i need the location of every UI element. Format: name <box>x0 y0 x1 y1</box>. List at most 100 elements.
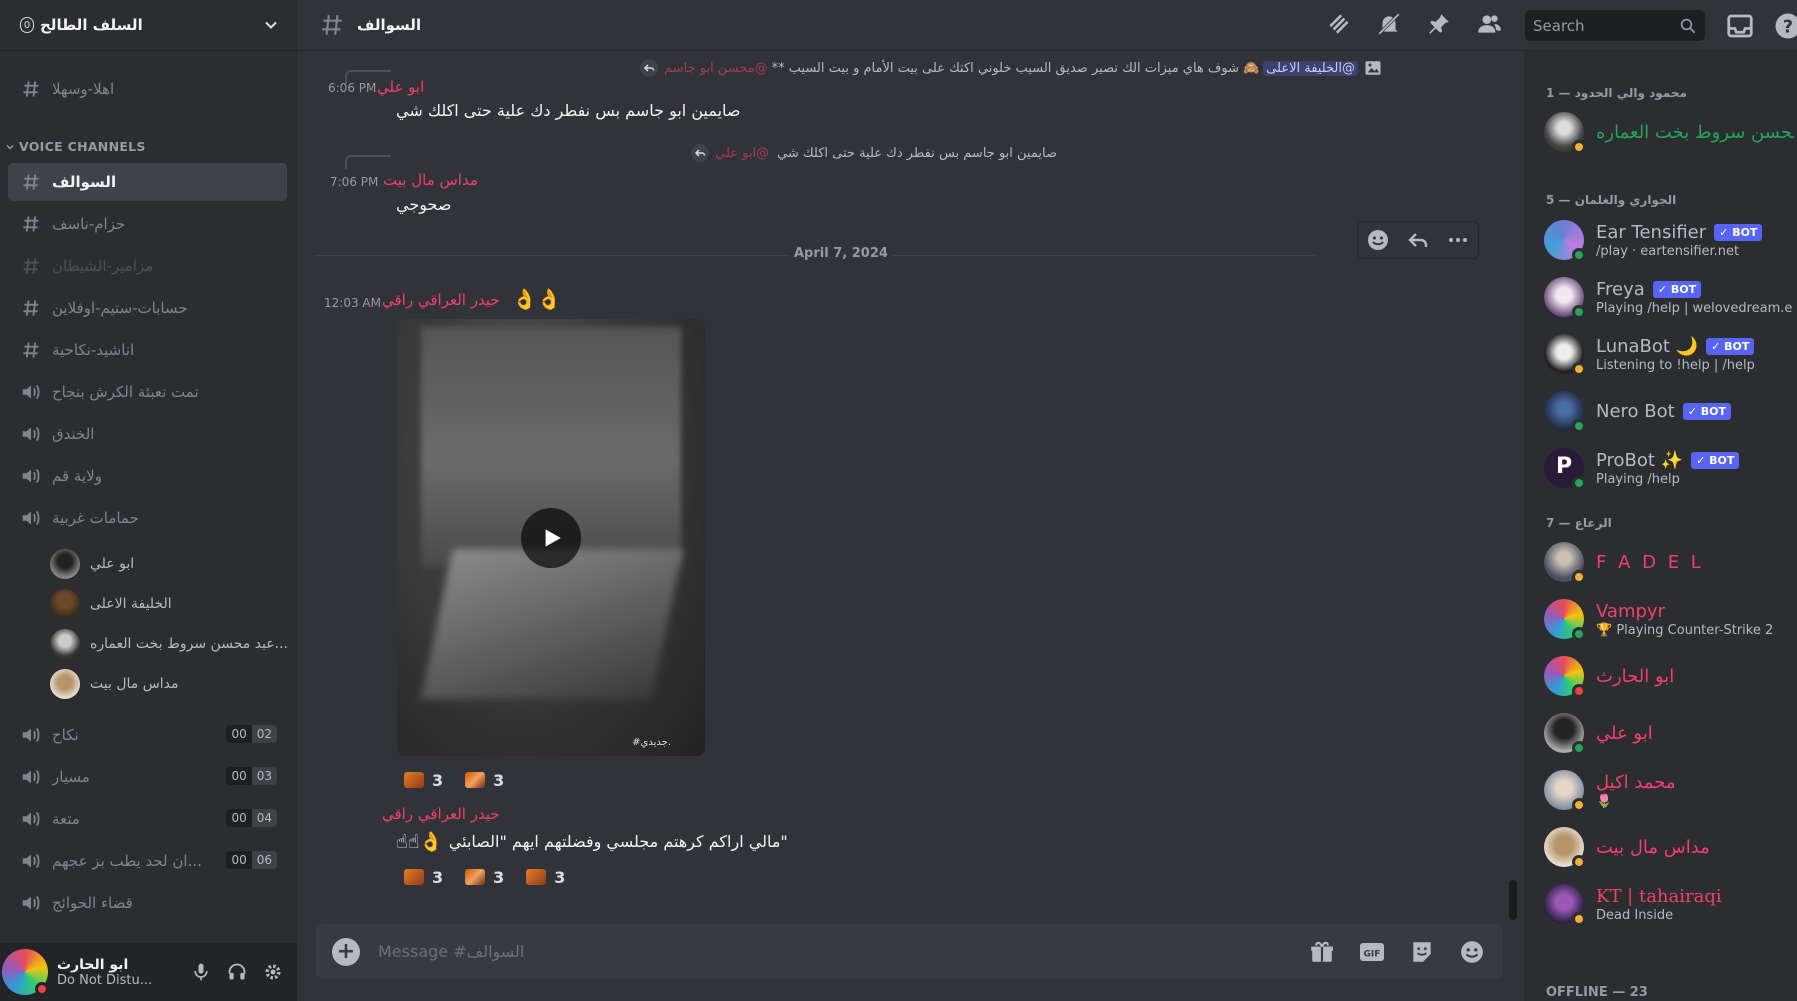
message-author[interactable]: حيدر العراقي راقي <box>382 291 500 309</box>
channel-hizam[interactable]: حزام-ناسف <box>8 205 287 243</box>
hash-icon <box>322 15 342 35</box>
user-limit-badge: 00 02 <box>226 725 277 743</box>
reaction-chip[interactable]: 3 <box>519 864 572 890</box>
message-text: صحوجي <box>396 195 452 214</box>
voice-user-name: ابو علي <box>90 556 135 572</box>
voice-user[interactable]: ابو علي <box>50 547 134 581</box>
chevron-down-icon <box>265 21 277 29</box>
user-limit-badge: 00 04 <box>226 809 277 827</box>
message-list: @الخليفة الاعلى 🙈 شوف هاي ميزات الك تصير… <box>297 51 1512 921</box>
member-item[interactable]: F A D E L <box>1544 537 1794 587</box>
reply-preview[interactable]: صايمين ابو جاسم بس نفطر دك علية حتى اكلك… <box>691 144 1057 162</box>
add-reaction-icon[interactable] <box>1365 227 1391 253</box>
notification-bell-muted-icon[interactable] <box>1373 8 1405 40</box>
more-options-icon[interactable] <box>1445 227 1471 253</box>
member-item[interactable]: KT | tahairaqi Dead Inside <box>1544 879 1794 929</box>
reply-icon[interactable] <box>1405 227 1431 253</box>
status-online-icon <box>1572 419 1586 433</box>
voice-user[interactable]: الخليفة الاعلى <box>50 587 172 621</box>
voice-channel-khandaq[interactable]: الخندق <box>8 415 287 453</box>
voice-channel-karsh[interactable]: تمت تعبئة الكرش بنجاح <box>8 373 287 411</box>
reply-arrow-icon <box>691 144 710 162</box>
avatar <box>1544 656 1586 698</box>
status-idle-icon <box>1572 912 1586 926</box>
gif-icon[interactable]: GIF <box>1357 937 1387 967</box>
voice-channel-ajam[interactable]: ان لحد يطب بز عجهم... 00 06 <box>8 842 287 880</box>
voice-channel-hamamat[interactable]: حمامات غربية <box>8 499 287 537</box>
headphones-icon[interactable] <box>221 956 253 988</box>
user-avatar[interactable] <box>2 949 49 996</box>
speaker-icon <box>18 766 44 788</box>
member-item[interactable]: Freya ✓ BOT Playing /help | welovedream.e <box>1544 272 1794 322</box>
member-item[interactable]: محسن سروط بخت العماره... <box>1544 107 1794 157</box>
avatar <box>1544 334 1586 376</box>
help-icon[interactable]: ? <box>1773 11 1797 41</box>
reaction-chip[interactable]: 3 <box>397 767 450 793</box>
avatar <box>50 629 80 659</box>
member-category: الرعاع — 7 <box>1546 516 1612 530</box>
reaction-chip[interactable]: 3 <box>458 864 511 890</box>
date-divider-label: April 7, 2024 <box>790 246 892 261</box>
server-header[interactable]: 0 السلف الطالح <box>0 0 297 51</box>
voice-channel-qom[interactable]: ولاية قم <box>8 457 287 495</box>
member-item[interactable]: ابو الحارث <box>1544 651 1794 701</box>
channel-label: اهلا-وسهلا <box>52 80 115 98</box>
member-item[interactable]: محمد اكيل 🌷 <box>1544 765 1794 815</box>
channel-sidebar: 0 السلف الطالح اهلا-وسهلا VOICE CHANNELS… <box>0 0 297 1001</box>
status-online-icon <box>1572 476 1586 490</box>
member-item[interactable]: ابو علي <box>1544 708 1794 758</box>
avatar <box>1544 770 1586 812</box>
reaction-chip[interactable]: 3 <box>397 864 450 890</box>
member-item[interactable]: Ear Tensifier ✓ BOT/play · eartensifier.n… <box>1544 215 1794 265</box>
avatar: P <box>1544 448 1586 490</box>
member-item[interactable]: P ProBot ✨ ✓ BOT Playing /help <box>1544 443 1794 493</box>
sticker-icon[interactable] <box>1407 937 1437 967</box>
channel-welcome[interactable]: اهلا-وسهلا <box>8 70 287 108</box>
channel-label: حمامات غربية <box>52 509 139 527</box>
voice-user[interactable]: مداس مال بيت <box>50 667 179 701</box>
member-item[interactable]: Vampyr 🏆 Playing Counter-Strike 2 <box>1544 594 1794 644</box>
channel-steam[interactable]: حسابات-ستيم-اوفلاين <box>8 289 287 327</box>
member-item[interactable]: مداس مال بيت <box>1544 822 1794 872</box>
microphone-icon[interactable] <box>185 956 217 988</box>
reply-author[interactable]: @محسن ابو جاسم <box>664 61 768 76</box>
voice-channel-mutah[interactable]: متعة 00 04 <box>8 800 287 838</box>
channel-label: ولاية قم <box>52 467 102 485</box>
emoji-picker-icon[interactable] <box>1457 937 1487 967</box>
member-item[interactable]: Nero Bot ✓ BOT <box>1544 386 1794 436</box>
voice-channel-misyar[interactable]: مسيار 00 03 <box>8 758 287 796</box>
category-voice-channels[interactable]: VOICE CHANNELS <box>4 139 146 154</box>
voice-channel-hawaij[interactable]: قضاء الحوائج <box>8 884 287 922</box>
channel-mazameer[interactable]: مزامير-الشيطان <box>8 247 287 285</box>
channel-label: حسابات-ستيم-اوفلاين <box>52 299 188 317</box>
search-input[interactable]: Search <box>1525 10 1705 41</box>
reaction-chip[interactable]: 3 <box>458 767 511 793</box>
reply-author[interactable]: @ابو علي <box>715 146 769 161</box>
pin-icon[interactable] <box>1423 8 1455 40</box>
message-author[interactable]: مداس مال بيت <box>383 171 478 189</box>
speaker-icon <box>18 423 44 445</box>
status-idle-icon <box>1572 798 1586 812</box>
gift-icon[interactable] <box>1307 937 1337 967</box>
settings-gear-icon[interactable] <box>257 956 289 988</box>
message-author[interactable]: ابو علي <box>377 78 424 96</box>
play-button[interactable] <box>521 508 581 568</box>
add-attachment-button[interactable]: + <box>332 937 360 966</box>
message-author[interactable]: حيدر العراقي راقي <box>382 805 500 823</box>
voice-channel-nikah[interactable]: نكاح 00 02 <box>8 716 287 754</box>
speaker-icon <box>18 850 44 872</box>
member-list-icon[interactable] <box>1473 8 1505 40</box>
channel-alsawalif[interactable]: السوالف <box>8 163 287 201</box>
user-info[interactable]: ابو الحارث Do Not Distu... <box>57 957 181 988</box>
message-input[interactable]: Message #السوالف <box>378 942 1287 961</box>
reply-mention[interactable]: @الخليفة الاعلى <box>1263 60 1358 76</box>
voice-user-name: الخليفة الاعلى <box>90 596 172 612</box>
channel-anasheed[interactable]: اناشيد-نكاحية <box>8 331 287 369</box>
scrollbar[interactable] <box>1509 880 1517 920</box>
member-item[interactable]: LunaBot 🌙 ✓ BOT Listening to !help | /help <box>1544 329 1794 379</box>
reply-preview[interactable]: @الخليفة الاعلى 🙈 شوف هاي ميزات الك تصير… <box>640 59 1382 77</box>
threads-icon[interactable] <box>1323 8 1355 40</box>
voice-user[interactable]: عبد محسن سروط بخت العماره... <box>50 627 288 661</box>
video-attachment[interactable]: #جديدي. <box>397 319 705 756</box>
inbox-icon[interactable] <box>1725 11 1755 41</box>
